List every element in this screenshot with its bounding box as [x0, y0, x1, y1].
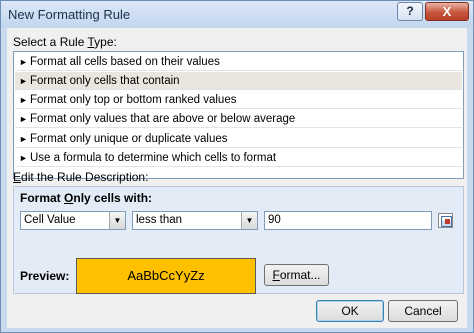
rule-type-item-top-bottom[interactable]: ► Format only top or bottom ranked values [15, 91, 462, 109]
dialog-body: Select a Rule Type: ► Format all cells ba… [7, 28, 467, 328]
triangle-right-icon: ► [19, 76, 28, 86]
format-preview: AaBbCcYyZz [76, 258, 256, 294]
dialog-title: New Formatting Rule [8, 7, 131, 22]
title-bar: New Formatting Rule ? X [1, 1, 473, 27]
rule-type-list[interactable]: ► Format all cells based on their values … [13, 51, 464, 179]
rule-type-item-cells-that-contain[interactable]: ► Format only cells that contain [15, 72, 462, 90]
operator-select[interactable]: less than ▼ [132, 211, 258, 230]
rule-type-item-formula[interactable]: ► Use a formula to determine which cells … [15, 149, 462, 167]
new-formatting-rule-dialog: New Formatting Rule ? X Select a Rule Ty… [0, 0, 474, 333]
triangle-right-icon: ► [19, 134, 28, 144]
rule-type-item-all-cells[interactable]: ► Format all cells based on their values [15, 53, 462, 71]
ok-button[interactable]: OK [316, 300, 384, 322]
value-input[interactable]: 90 [264, 211, 432, 230]
edit-description-label: Edit the Rule Description: [13, 170, 149, 184]
cell-reference-icon[interactable] [438, 213, 453, 228]
chevron-down-icon[interactable]: ▼ [241, 212, 257, 229]
triangle-right-icon: ► [19, 57, 28, 67]
rule-type-item-unique-duplicate[interactable]: ► Format only unique or duplicate values [15, 130, 462, 148]
condition-type-select[interactable]: Cell Value ▼ [20, 211, 126, 230]
chevron-down-icon[interactable]: ▼ [109, 212, 125, 229]
format-button[interactable]: Format... [264, 264, 329, 286]
format-only-cells-heading: Format Only cells with: [20, 191, 153, 205]
preview-label: Preview: [20, 269, 70, 283]
rule-description-group: Format Only cells with: Cell Value ▼ less… [13, 186, 464, 294]
triangle-right-icon: ► [19, 153, 28, 163]
help-button[interactable]: ? [397, 2, 423, 21]
cancel-button[interactable]: Cancel [388, 300, 458, 322]
triangle-right-icon: ► [19, 114, 28, 124]
close-button[interactable]: X [425, 2, 469, 21]
triangle-right-icon: ► [19, 95, 28, 105]
rule-type-label: Select a Rule Type: [13, 35, 117, 49]
rule-type-item-above-below-average[interactable]: ► Format only values that are above or be… [15, 110, 462, 128]
